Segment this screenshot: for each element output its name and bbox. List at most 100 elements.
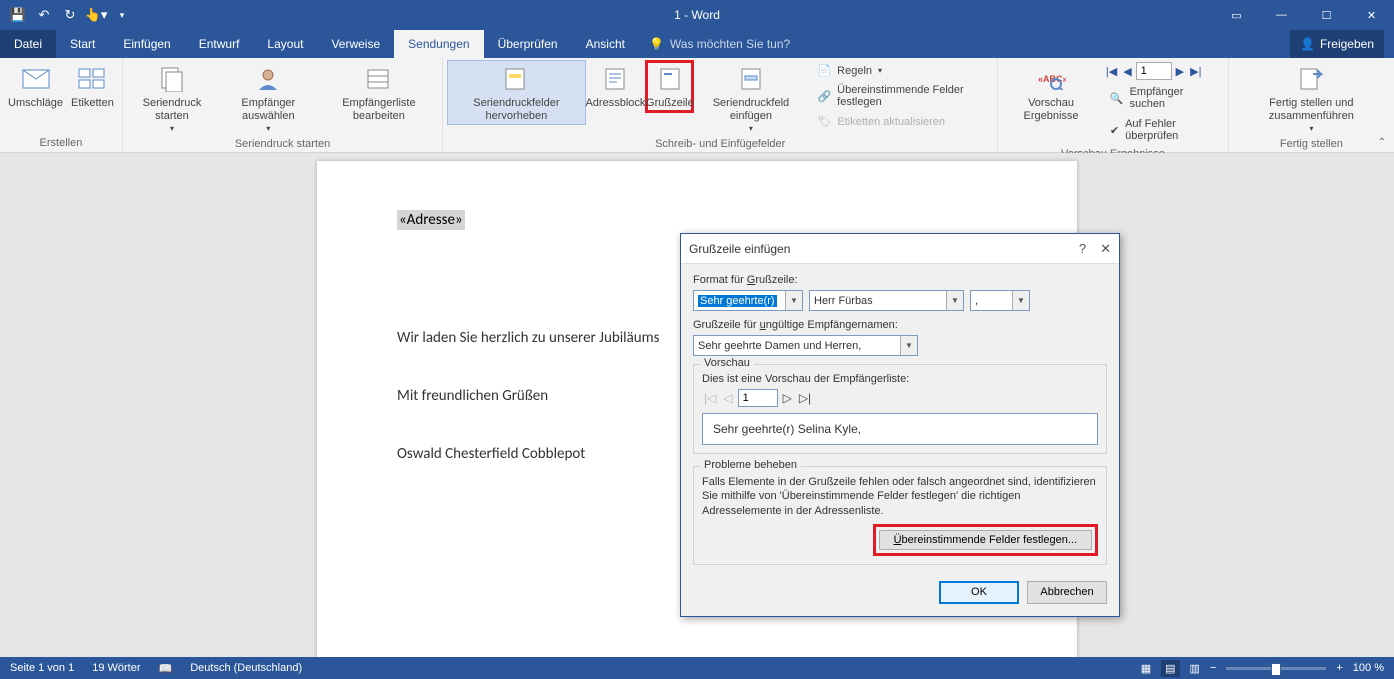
qat-customize-icon[interactable]: ▾	[110, 3, 134, 27]
update-labels-icon: 🏷	[817, 115, 831, 128]
punctuation-select[interactable]: ,▼	[970, 290, 1030, 311]
invalid-label: Grußzeile für ungültige Empfängernamen:	[693, 319, 1107, 331]
recipients-select-icon	[252, 63, 284, 95]
merge-field-adresse[interactable]: «Adresse»	[397, 210, 465, 230]
preview-next-icon[interactable]: ▷	[781, 391, 794, 405]
zoom-in-icon[interactable]: +	[1336, 662, 1342, 674]
maximize-icon[interactable]: ☐	[1304, 1, 1349, 29]
grusszeile-button[interactable]: Grußzeile	[645, 60, 694, 113]
mailmerge-start-icon	[156, 63, 188, 95]
tab-verweise[interactable]: Verweise	[317, 30, 394, 58]
empfaenger-auswaehlen-button[interactable]: Empfänger auswählen▾	[217, 60, 319, 136]
proofing-icon[interactable]: 📖	[159, 662, 173, 675]
prev-record-icon[interactable]: ◀	[1121, 65, 1133, 78]
probleme-legend: Probleme beheben	[700, 459, 801, 471]
preview-record-input[interactable]	[738, 389, 778, 407]
invalid-greeting-select[interactable]: Sehr geehrte Damen und Herren,▼	[693, 335, 918, 356]
ok-button[interactable]: OK	[939, 581, 1019, 604]
vorschau-description: Dies ist eine Vorschau der Empfängerlist…	[702, 373, 1098, 385]
dialog-title: Grußzeile einfügen	[689, 242, 790, 256]
dialog-titlebar: Grußzeile einfügen ? ✕	[681, 234, 1119, 264]
close-icon[interactable]: ✕	[1349, 1, 1394, 29]
chevron-down-icon: ▼	[1012, 291, 1029, 310]
lightbulb-icon: 💡	[649, 37, 664, 51]
last-record-icon[interactable]: ▶|	[1188, 65, 1203, 78]
ribbon-options-icon[interactable]: ▭	[1214, 1, 1259, 29]
window-title: 1 - Word	[674, 8, 720, 22]
group-schreibfelder-label: Schreib- und Einfügefelder	[447, 136, 993, 153]
collapse-ribbon-icon[interactable]: ⌃	[1378, 137, 1386, 148]
redo-icon[interactable]: ↻	[58, 3, 82, 27]
record-number-input[interactable]	[1136, 62, 1172, 80]
name-format-select[interactable]: Herr Fürbas▼	[809, 290, 964, 311]
first-record-icon[interactable]: |◀	[1104, 65, 1119, 78]
save-icon[interactable]: 💾	[6, 3, 30, 27]
preview-last-icon[interactable]: ▷|	[797, 391, 813, 405]
tab-start[interactable]: Start	[56, 30, 109, 58]
salutation-select[interactable]: Sehr geehrte(r)▼	[693, 290, 803, 311]
preview-first-icon[interactable]: |◁	[702, 391, 718, 405]
tab-ueberpruefen[interactable]: Überprüfen	[484, 30, 572, 58]
tab-layout[interactable]: Layout	[253, 30, 317, 58]
seriendruck-starten-button[interactable]: Seriendruck starten▾	[127, 60, 217, 136]
regeln-button[interactable]: 📄Regeln ▾	[811, 62, 989, 79]
zoom-slider[interactable]	[1226, 667, 1326, 670]
adressblock-button[interactable]: Adressblock	[586, 60, 646, 113]
tab-einfuegen[interactable]: Einfügen	[109, 30, 184, 58]
group-fertig: Fertig stellen und zusammenführen▾ Ferti…	[1229, 58, 1394, 152]
tell-me-search[interactable]: 💡 Was möchten Sie tun?	[639, 30, 790, 58]
etiketten-aktualisieren-button: 🏷Etiketten aktualisieren	[811, 113, 989, 130]
preview-icon: «ABC»	[1035, 63, 1067, 95]
zoom-out-icon[interactable]: −	[1210, 662, 1216, 674]
empfaenger-suchen-button[interactable]: 🔍Empfänger suchen	[1104, 84, 1220, 112]
web-layout-icon[interactable]: ▥	[1190, 662, 1200, 675]
tab-entwurf[interactable]: Entwurf	[185, 30, 254, 58]
titlebar: 💾 ↶ ↻ 👆▾ ▾ 1 - Word ▭ — ☐ ✕	[0, 0, 1394, 30]
match-fields-dialog-button[interactable]: Übereinstimmende Felder festlegen...	[879, 530, 1092, 550]
group-seriendruck-starten-label: Seriendruck starten	[127, 136, 438, 153]
fertig-stellen-button[interactable]: Fertig stellen und zusammenführen▾	[1233, 60, 1390, 136]
fehler-ueberpruefen-button[interactable]: ✔Auf Fehler überprüfen	[1104, 116, 1220, 144]
tab-ansicht[interactable]: Ansicht	[572, 30, 639, 58]
vorschau-ergebnisse-button[interactable]: «ABC» Vorschau Ergebnisse	[1002, 60, 1100, 125]
help-icon[interactable]: ?	[1079, 241, 1086, 257]
share-button[interactable]: 👤 Freigeben	[1290, 30, 1384, 58]
search-icon: 🔍	[1110, 92, 1124, 105]
zoom-level[interactable]: 100 %	[1353, 662, 1384, 674]
group-fertig-label: Fertig stellen	[1233, 136, 1390, 153]
match-fields-button[interactable]: 🔗Übereinstimmende Felder festlegen	[811, 82, 989, 110]
grusszeile-dialog: Grußzeile einfügen ? ✕ Format für Grußze…	[680, 233, 1120, 617]
ribbon: Umschläge Etiketten Erstellen Seriendruc…	[0, 58, 1394, 153]
etiketten-button[interactable]: Etiketten	[67, 60, 118, 113]
page-indicator[interactable]: Seite 1 von 1	[10, 662, 74, 674]
preview-prev-icon[interactable]: ◁	[721, 391, 734, 405]
chevron-down-icon: ▼	[946, 291, 963, 310]
match-icon: 🔗	[817, 90, 831, 103]
minimize-icon[interactable]: —	[1259, 1, 1304, 29]
word-count[interactable]: 19 Wörter	[92, 662, 140, 674]
probleme-description: Falls Elemente in der Grußzeile fehlen o…	[702, 475, 1098, 518]
touch-mode-icon[interactable]: 👆▾	[84, 3, 108, 27]
envelope-icon	[20, 63, 52, 95]
empfaengerliste-bearbeiten-button[interactable]: Empfängerliste bearbeiten	[320, 60, 439, 125]
seriendruckfeld-einfuegen-button[interactable]: Seriendruckfeld einfügen▾	[694, 60, 807, 136]
ribbon-tabs: Datei Start Einfügen Entwurf Layout Verw…	[0, 30, 1394, 58]
tab-datei[interactable]: Datei	[0, 30, 56, 58]
group-erstellen: Umschläge Etiketten Erstellen	[0, 58, 123, 152]
seriendruckfelder-hervorheben-button[interactable]: Seriendruckfelder hervorheben	[447, 60, 585, 125]
dialog-close-icon[interactable]: ✕	[1100, 241, 1111, 257]
undo-icon[interactable]: ↶	[32, 3, 56, 27]
preview-navigation: |◁ ◁ ▷ ▷|	[702, 389, 1098, 407]
group-seriendruck-starten: Seriendruck starten▾ Empfänger auswählen…	[123, 58, 443, 152]
tab-sendungen[interactable]: Sendungen	[394, 30, 483, 58]
read-mode-icon[interactable]: ▦	[1141, 662, 1151, 675]
vorschau-legend: Vorschau	[700, 357, 754, 369]
next-record-icon[interactable]: ▶	[1174, 65, 1186, 78]
language-indicator[interactable]: Deutsch (Deutschland)	[190, 662, 302, 674]
cancel-button[interactable]: Abbrechen	[1027, 581, 1107, 604]
group-vorschau: «ABC» Vorschau Ergebnisse |◀ ◀ ▶ ▶| 🔍Emp…	[998, 58, 1229, 152]
chevron-down-icon: ▼	[785, 291, 802, 310]
print-layout-icon[interactable]: ▤	[1161, 660, 1179, 677]
umschlaege-button[interactable]: Umschläge	[4, 60, 67, 113]
group-erstellen-label: Erstellen	[4, 135, 118, 152]
